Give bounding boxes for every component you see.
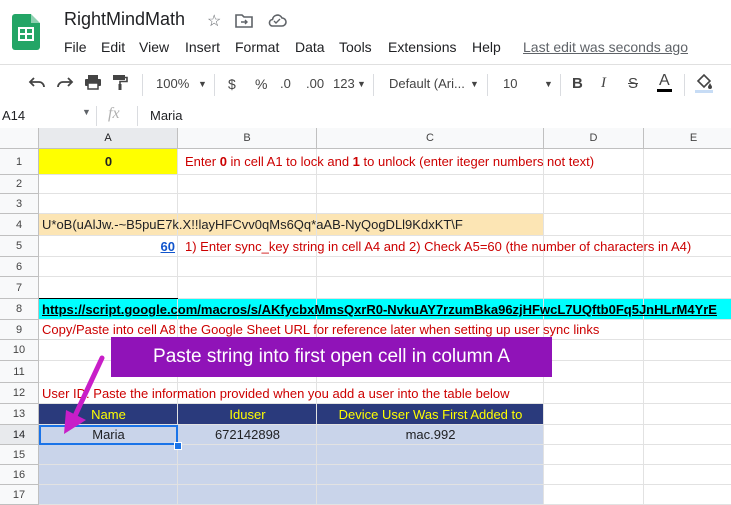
star-icon[interactable]: ☆ [207, 11, 221, 31]
cell-b1-zero: 0 [219, 154, 227, 169]
more-formats-button[interactable]: 123 [333, 76, 355, 91]
bold-button[interactable]: B [572, 75, 583, 92]
move-folder-icon[interactable] [235, 12, 253, 33]
arrow-icon [64, 355, 105, 434]
table-header-iduser[interactable]: Iduser [178, 404, 317, 425]
cell-b1-text: to unlock (enter iteger numbers not text… [359, 154, 595, 169]
fill-handle[interactable] [174, 442, 182, 450]
cell-a4[interactable]: U*oB(uAlJw.-~B5puE7k.X!!layHFCvv0qMs6Qq*… [42, 214, 542, 236]
fx-icon: fx [108, 105, 120, 122]
row-header[interactable]: 6 [0, 257, 39, 277]
row-header[interactable]: 13 [0, 404, 39, 425]
row-header[interactable]: 10 [0, 340, 39, 361]
italic-button[interactable]: I [601, 75, 606, 92]
row-header[interactable]: 4 [0, 214, 39, 236]
cell-b1[interactable]: Enter 0 in cell A1 to lock and 1 to unlo… [185, 149, 731, 175]
row-header[interactable]: 3 [0, 194, 39, 214]
currency-format-button[interactable]: $ [228, 76, 236, 92]
cell-b14[interactable]: 672142898 [178, 425, 317, 445]
column-header-e[interactable]: E [644, 128, 731, 149]
cell-a8-link[interactable]: https://script.google.com/macros/s/AKfyc… [42, 299, 731, 320]
chevron-down-icon[interactable]: ▼ [470, 79, 479, 89]
paint-format-icon[interactable] [112, 74, 128, 95]
cell-a12[interactable]: User ID: Paste the information provided … [42, 383, 731, 404]
strikethrough-button[interactable]: S [628, 75, 638, 92]
print-icon[interactable] [84, 74, 102, 95]
menu-help[interactable]: Help [472, 39, 501, 55]
fill-color-icon[interactable] [694, 72, 714, 99]
column-header-b[interactable]: B [178, 128, 317, 149]
row-header[interactable]: 1 [0, 149, 39, 175]
menu-edit[interactable]: Edit [101, 39, 125, 55]
column-header-d[interactable]: D [544, 128, 644, 149]
percent-format-button[interactable]: % [255, 76, 267, 92]
cell-b1-one: 1 [352, 154, 360, 169]
menu-data[interactable]: Data [295, 39, 325, 55]
chevron-down-icon[interactable]: ▼ [544, 79, 553, 89]
formula-input[interactable]: Maria [150, 108, 183, 123]
menu-extensions[interactable]: Extensions [388, 39, 456, 55]
zoom-select[interactable]: 100% [156, 76, 189, 91]
formula-bar: A14 ▼ fx Maria [0, 104, 731, 129]
callout-banner: Paste string into first open cell in col… [111, 337, 552, 377]
menu-format[interactable]: Format [235, 39, 279, 55]
toolbar: 100% ▼ $ % .0 .00 123 ▼ Default (Ari... … [0, 64, 731, 106]
menu-file[interactable]: File [64, 39, 87, 55]
row-header[interactable]: 16 [0, 465, 39, 485]
row-header[interactable]: 17 [0, 485, 39, 505]
sheets-logo-icon[interactable] [12, 14, 40, 50]
row-header[interactable]: 8 [0, 299, 39, 320]
document-title[interactable]: RightMindMath [64, 9, 185, 30]
cell-b5[interactable]: 1) Enter sync_key string in cell A4 and … [185, 236, 731, 257]
row-header[interactable]: 2 [0, 175, 39, 194]
cell-b1-text: Enter [185, 154, 220, 169]
chevron-down-icon[interactable]: ▼ [82, 107, 91, 117]
row-header[interactable]: 14 [0, 425, 39, 445]
decrease-decimal-button[interactable]: .0 [280, 76, 291, 91]
cell-b1-text: in cell A1 to lock and [226, 154, 353, 169]
column-header-c[interactable]: C [317, 128, 544, 149]
select-all-corner[interactable] [0, 128, 39, 149]
text-color-button[interactable]: A [657, 73, 672, 92]
font-family-select[interactable]: Default (Ari... [389, 76, 465, 91]
menu-insert[interactable]: Insert [185, 39, 220, 55]
menu-tools[interactable]: Tools [339, 39, 372, 55]
row-header[interactable]: 11 [0, 361, 39, 383]
row-header[interactable]: 9 [0, 320, 39, 340]
row-header[interactable]: 5 [0, 236, 39, 257]
redo-icon[interactable] [56, 74, 74, 95]
row-header[interactable]: 12 [0, 383, 39, 404]
name-box[interactable]: A14 [2, 108, 25, 123]
last-edit-link[interactable]: Last edit was seconds ago [523, 39, 688, 55]
increase-decimal-button[interactable]: .00 [306, 76, 324, 91]
cell-a5[interactable]: 60 [39, 236, 175, 257]
font-size-select[interactable]: 10 [503, 76, 517, 91]
row-header[interactable]: 7 [0, 277, 39, 299]
column-header-a[interactable]: A [39, 128, 178, 149]
table-header-device[interactable]: Device User Was First Added to [317, 404, 544, 425]
cloud-status-icon[interactable] [267, 13, 287, 32]
cell-c14[interactable]: mac.992 [317, 425, 544, 445]
undo-icon[interactable] [28, 74, 46, 95]
row-header[interactable]: 15 [0, 445, 39, 465]
cell-a1[interactable]: 0 [39, 149, 178, 175]
menu-view[interactable]: View [139, 39, 169, 55]
chevron-down-icon[interactable]: ▼ [198, 79, 207, 89]
chevron-down-icon[interactable]: ▼ [357, 79, 366, 89]
